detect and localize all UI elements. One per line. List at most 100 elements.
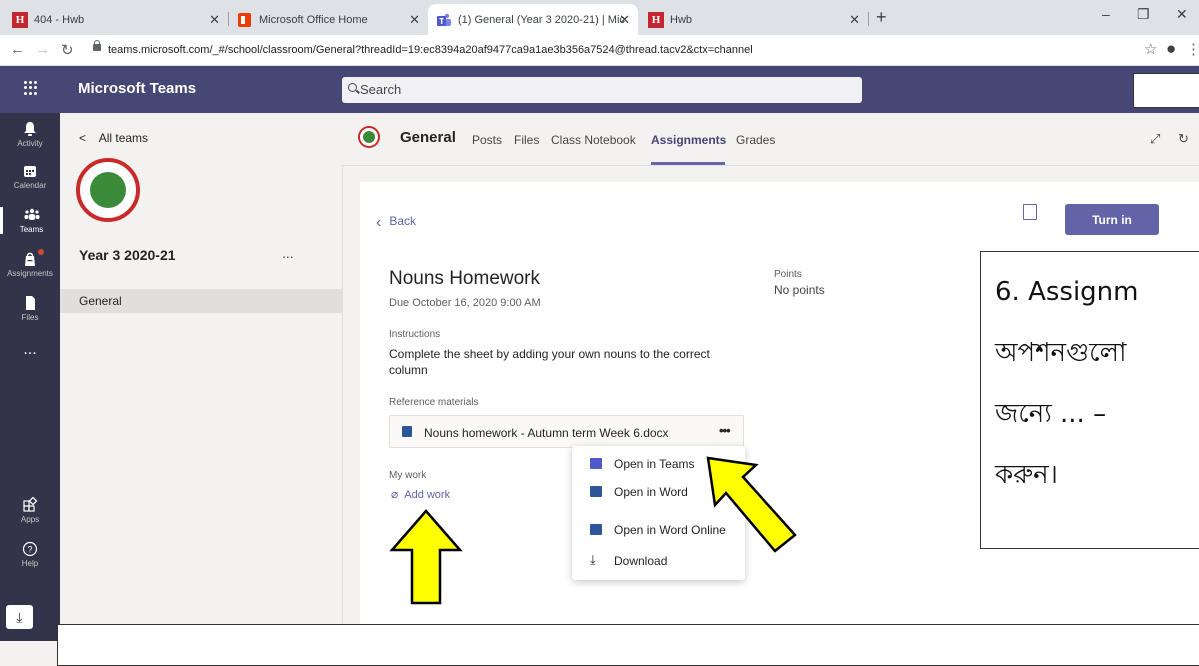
back-button[interactable]: ‹ Back — [376, 214, 416, 232]
rail-label: Activity — [17, 139, 43, 148]
more-options-icon[interactable]: ... — [282, 245, 294, 261]
rail-item-activity[interactable]: Activity — [0, 121, 60, 148]
browser-tab-404-hwb[interactable]: H 404 - Hwb ✕ — [4, 4, 228, 35]
assignments-icon — [25, 252, 35, 266]
office-icon — [238, 12, 251, 27]
assignment-title: Nouns Homework — [389, 268, 540, 289]
teams-icon — [590, 458, 602, 469]
back-arrow-icon[interactable]: ← — [10, 41, 25, 58]
menu-item-label: Open in Word — [614, 485, 688, 499]
arrow-up-icon — [389, 509, 463, 605]
lock-icon — [93, 40, 101, 51]
channel-header: General Posts Files Class Notebook Assig… — [342, 113, 1199, 166]
forward-arrow-icon[interactable]: → — [35, 41, 50, 58]
rail-item-apps[interactable]: Apps — [0, 497, 60, 524]
teams-icon — [24, 208, 39, 220]
svg-text:?: ? — [27, 545, 32, 555]
new-tab-icon[interactable]: + — [876, 7, 887, 28]
rail-item-help[interactable]: ? Help — [0, 541, 60, 568]
minimize-icon[interactable]: – — [1102, 6, 1110, 22]
reference-materials-label: Reference materials — [389, 397, 479, 408]
menu-item-label: Open in Teams — [614, 457, 695, 471]
bottom-caption-box — [57, 624, 1199, 666]
menu-kebab-icon[interactable]: ⋮ — [1186, 40, 1199, 58]
files-icon — [26, 296, 35, 310]
tab-title: 404 - Hwb — [34, 13, 85, 26]
points-value: No points — [774, 283, 825, 297]
bell-icon — [24, 122, 36, 136]
rail-item-more[interactable]: ... — [0, 341, 60, 359]
restore-icon[interactable]: ❐ — [1137, 6, 1150, 23]
immersive-reader-icon[interactable] — [1023, 204, 1037, 220]
menu-item-label: Download — [614, 554, 668, 568]
add-work-label: Add work — [404, 489, 451, 501]
due-date: Due October 16, 2020 9:00 AM — [389, 297, 541, 309]
tab-grades[interactable]: Grades — [736, 133, 775, 147]
browser-tab-office[interactable]: Microsoft Office Home ✕ — [230, 4, 428, 35]
all-teams-label: All teams — [98, 131, 149, 145]
url-field[interactable]: teams.microsoft.com/_#/school/classroom/… — [108, 44, 753, 56]
browser-tab-hwb[interactable]: H Hwb ✕ — [640, 4, 868, 35]
instructions-label: Instructions — [389, 329, 441, 340]
more-options-icon[interactable]: ••• — [719, 423, 731, 438]
tab-files[interactable]: Files — [514, 133, 539, 147]
bookmark-star-icon[interactable]: ☆ — [1144, 40, 1157, 58]
download-icon: ⤓ — [590, 552, 596, 567]
hwb-icon: H — [648, 11, 664, 28]
rail-label: Apps — [20, 515, 40, 524]
teams-header: Microsoft Teams Search — [0, 66, 1199, 113]
calendar-icon — [24, 166, 36, 177]
close-icon[interactable]: ✕ — [409, 12, 420, 28]
close-window-icon[interactable]: ✕ — [1176, 6, 1188, 23]
note-line: অপশনগুলো — [995, 338, 1127, 368]
rail-item-calendar[interactable]: Calendar — [0, 163, 60, 190]
browser-tab-bar: H 404 - Hwb ✕ Microsoft Office Home ✕ (1… — [0, 0, 1199, 35]
apps-icon — [23, 497, 38, 512]
close-icon[interactable]: ✕ — [209, 12, 220, 28]
word-doc-icon — [402, 426, 412, 437]
download-app-icon[interactable]: ⤓ — [6, 605, 33, 629]
search-icon — [348, 83, 357, 92]
annotation-blank-box — [1133, 73, 1199, 108]
search-placeholder: Search — [360, 82, 402, 97]
tab-title: Microsoft Office Home — [259, 13, 368, 26]
app-title: Microsoft Teams — [78, 80, 197, 97]
word-icon — [590, 486, 602, 497]
all-teams-link[interactable]: < All teams — [79, 131, 148, 145]
close-icon[interactable]: ✕ — [619, 12, 630, 28]
tab-assignments[interactable]: Assignments — [651, 133, 726, 147]
profile-icon[interactable]: ● — [1166, 39, 1176, 59]
teams-panel: < All teams Year 3 2020-21 ... General — [60, 113, 343, 641]
reference-file[interactable]: Nouns homework - Autumn term Week 6.docx… — [389, 415, 744, 448]
add-work-button[interactable]: ⌀ Add work — [391, 487, 450, 501]
word-icon — [590, 524, 602, 535]
app-launcher-icon[interactable] — [24, 81, 38, 95]
note-line: জন্যে ... – — [995, 399, 1107, 429]
tab-posts[interactable]: Posts — [472, 133, 502, 147]
rail-item-assignments[interactable]: Assignments — [0, 249, 60, 278]
channel-item-general[interactable]: General — [60, 289, 342, 313]
search-input[interactable]: Search — [342, 77, 862, 103]
help-icon: ? — [22, 541, 38, 557]
note-line: করুন। — [995, 460, 1058, 490]
rail-item-files[interactable]: Files — [0, 295, 60, 322]
close-icon[interactable]: ✕ — [849, 12, 860, 28]
browser-tab-teams[interactable]: (1) General (Year 3 2020-21) | Mic ✕ — [428, 4, 638, 35]
active-tab-indicator — [651, 162, 725, 165]
reload-icon[interactable]: ↻ — [61, 41, 74, 59]
team-logo — [76, 158, 140, 222]
my-work-label: My work — [389, 470, 427, 481]
refresh-icon[interactable]: ↻ — [1178, 131, 1189, 147]
tab-class-notebook[interactable]: Class Notebook — [551, 133, 636, 147]
chevron-left-icon: ‹ — [376, 214, 382, 231]
expand-icon[interactable]: ⤢ — [1150, 131, 1160, 147]
rail-label: Calendar — [13, 181, 47, 190]
note-line: 6. Assignm — [995, 277, 1139, 307]
notification-dot — [38, 249, 44, 255]
turn-in-button[interactable]: Turn in — [1065, 204, 1159, 235]
rail-item-teams[interactable]: Teams — [0, 207, 60, 234]
tab-title: Hwb — [670, 13, 693, 26]
channel-label: General — [79, 294, 122, 308]
instruction-note: 6. Assignm অপশনগুলো জন্যে ... – করুন। — [980, 251, 1199, 549]
tree-icon — [90, 172, 126, 208]
